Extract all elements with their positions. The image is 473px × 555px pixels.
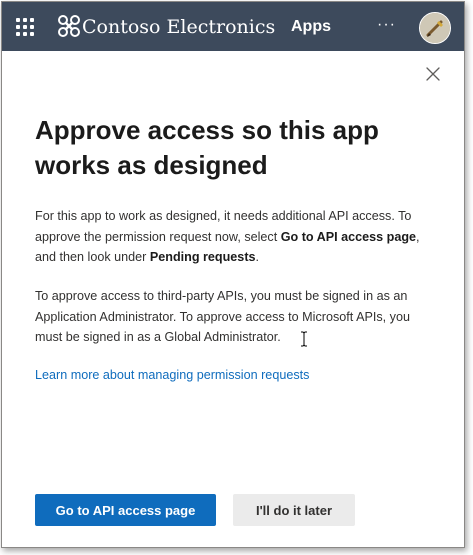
instructions-text-3: . xyxy=(255,250,260,264)
go-to-api-access-page-button[interactable]: Go to API access page xyxy=(35,494,216,526)
admin-requirements-paragraph: To approve access to third-party APIs, y… xyxy=(35,289,410,344)
app-launcher-icon[interactable] xyxy=(16,18,34,36)
more-options-icon[interactable]: ··· xyxy=(377,15,396,35)
apps-nav-link[interactable]: Apps xyxy=(291,17,331,37)
top-navigation-bar: Contoso Electronics Apps ··· xyxy=(2,2,464,51)
learn-more-link[interactable]: Learn more about managing permission req… xyxy=(35,366,309,384)
instructions-bold-go-to-api: Go to API access page xyxy=(280,229,417,244)
do-it-later-button[interactable]: I'll do it later xyxy=(233,494,355,526)
contoso-logo-icon xyxy=(58,15,80,37)
user-avatar[interactable] xyxy=(419,12,451,44)
app-window: Contoso Electronics Apps ··· Approve acc… xyxy=(1,1,465,548)
close-icon[interactable] xyxy=(425,66,441,82)
dialog-title: Approve access so this app works as desi… xyxy=(35,115,379,180)
avatar-image xyxy=(420,13,450,43)
instructions-bold-pending-requests: Pending requests xyxy=(149,250,256,264)
text-cursor-icon xyxy=(301,331,307,347)
app-name[interactable]: Contoso Electronics xyxy=(82,14,275,40)
instructions-paragraph: For this app to work as designed, it nee… xyxy=(35,206,427,268)
